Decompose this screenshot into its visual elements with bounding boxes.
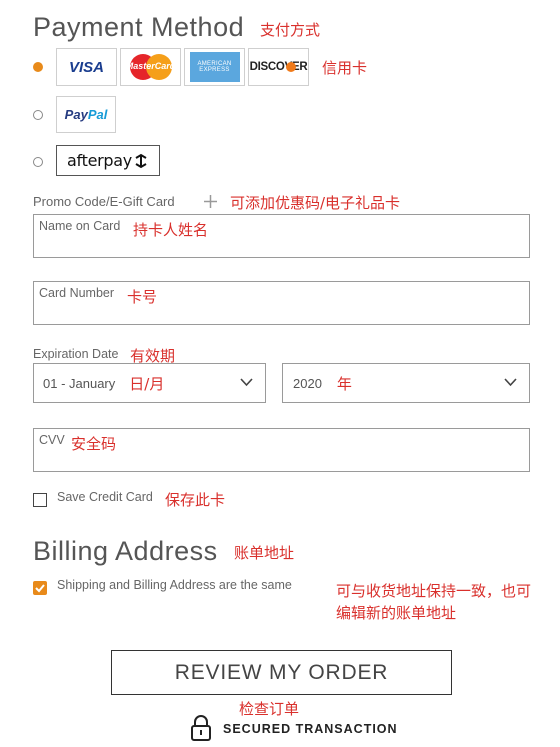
paypal-radio[interactable] <box>33 110 43 120</box>
amex-text-bottom: EXPRESS <box>199 67 230 73</box>
payment-method-annotation: 支付方式 <box>260 21 321 39</box>
billing-address-title: Billing Address <box>33 536 218 566</box>
card-number-annotation: 卡号 <box>127 288 158 306</box>
review-order-button[interactable]: REVIEW MY ORDER <box>111 650 452 695</box>
save-card-checkbox[interactable] <box>33 493 47 507</box>
card-number-label: Card Number <box>39 286 115 300</box>
review-order-label: REVIEW MY ORDER <box>174 660 389 684</box>
chevron-down-icon <box>504 378 517 387</box>
cvv-annotation: 安全码 <box>71 435 117 453</box>
expiration-year-select[interactable]: 2020 年 <box>282 363 530 403</box>
discover-dot-icon <box>286 62 296 72</box>
mastercard-text: MasterCard <box>125 61 176 71</box>
amex-logo: AMERICAN EXPRESS <box>184 48 245 86</box>
afterpay-text: afterpay <box>67 151 132 170</box>
review-order-annotation: 检查订单 <box>239 700 300 718</box>
afterpay-arrows-icon <box>135 153 147 168</box>
billing-address-annotation: 账单地址 <box>234 544 295 562</box>
payment-method-title: Payment Method <box>33 12 245 42</box>
cvv-label: CVV <box>39 433 65 447</box>
plus-icon[interactable] <box>204 195 217 208</box>
save-card-label[interactable]: Save Credit Card <box>57 490 153 504</box>
same-address-annotation-line2: 编辑新的账单地址 <box>336 604 457 622</box>
paypal-pal-text: Pal <box>87 107 108 122</box>
amex-badge: AMERICAN EXPRESS <box>189 52 240 82</box>
expiration-year-annotation: 年 <box>336 374 352 393</box>
promo-code-annotation: 可添加优惠码/电子礼品卡 <box>230 194 401 212</box>
mastercard-logo: MasterCard <box>120 48 181 86</box>
visa-logo: VISA <box>56 48 117 86</box>
chevron-down-icon <box>240 378 253 387</box>
promo-code-label[interactable]: Promo Code/E-Gift Card <box>33 194 175 209</box>
paypal-logo: Pay Pal <box>56 96 116 133</box>
discover-text: DISCOVER <box>249 61 308 73</box>
expiration-year-value: 2020 <box>293 375 322 391</box>
checkmark-icon <box>35 584 45 593</box>
lock-icon <box>191 715 211 741</box>
expiration-month-annotation: 日/月 <box>129 374 165 393</box>
card-number-field[interactable]: Card Number 卡号 <box>33 281 530 325</box>
credit-card-annotation: 信用卡 <box>322 59 368 77</box>
same-address-checkbox[interactable] <box>33 581 47 595</box>
cvv-field[interactable]: CVV 安全码 <box>33 428 530 472</box>
expiration-month-value: 01 - January <box>43 375 116 391</box>
credit-card-radio[interactable] <box>33 62 43 72</box>
secured-transaction-label: SECURED TRANSACTION <box>223 722 398 736</box>
expiration-date-label: Expiration Date <box>33 347 119 361</box>
paypal-pay-text: Pay <box>64 107 88 122</box>
name-on-card-annotation: 持卡人姓名 <box>133 221 209 239</box>
expiration-month-select[interactable]: 01 - January 日/月 <box>33 363 266 403</box>
afterpay-logo: afterpay <box>56 145 160 176</box>
visa-text: VISA <box>68 58 104 76</box>
save-card-annotation: 保存此卡 <box>165 491 226 509</box>
discover-logo: DISCOVER <box>248 48 309 86</box>
name-on-card-field[interactable]: Name on Card 持卡人姓名 <box>33 214 530 258</box>
same-address-label[interactable]: Shipping and Billing Address are the sam… <box>57 578 292 592</box>
afterpay-radio[interactable] <box>33 157 43 167</box>
same-address-annotation: 可与收货地址保持一致，也可 编辑新的账单地址 <box>336 580 531 624</box>
same-address-annotation-line1: 可与收货地址保持一致，也可 <box>336 582 532 600</box>
name-on-card-label: Name on Card <box>39 219 121 233</box>
